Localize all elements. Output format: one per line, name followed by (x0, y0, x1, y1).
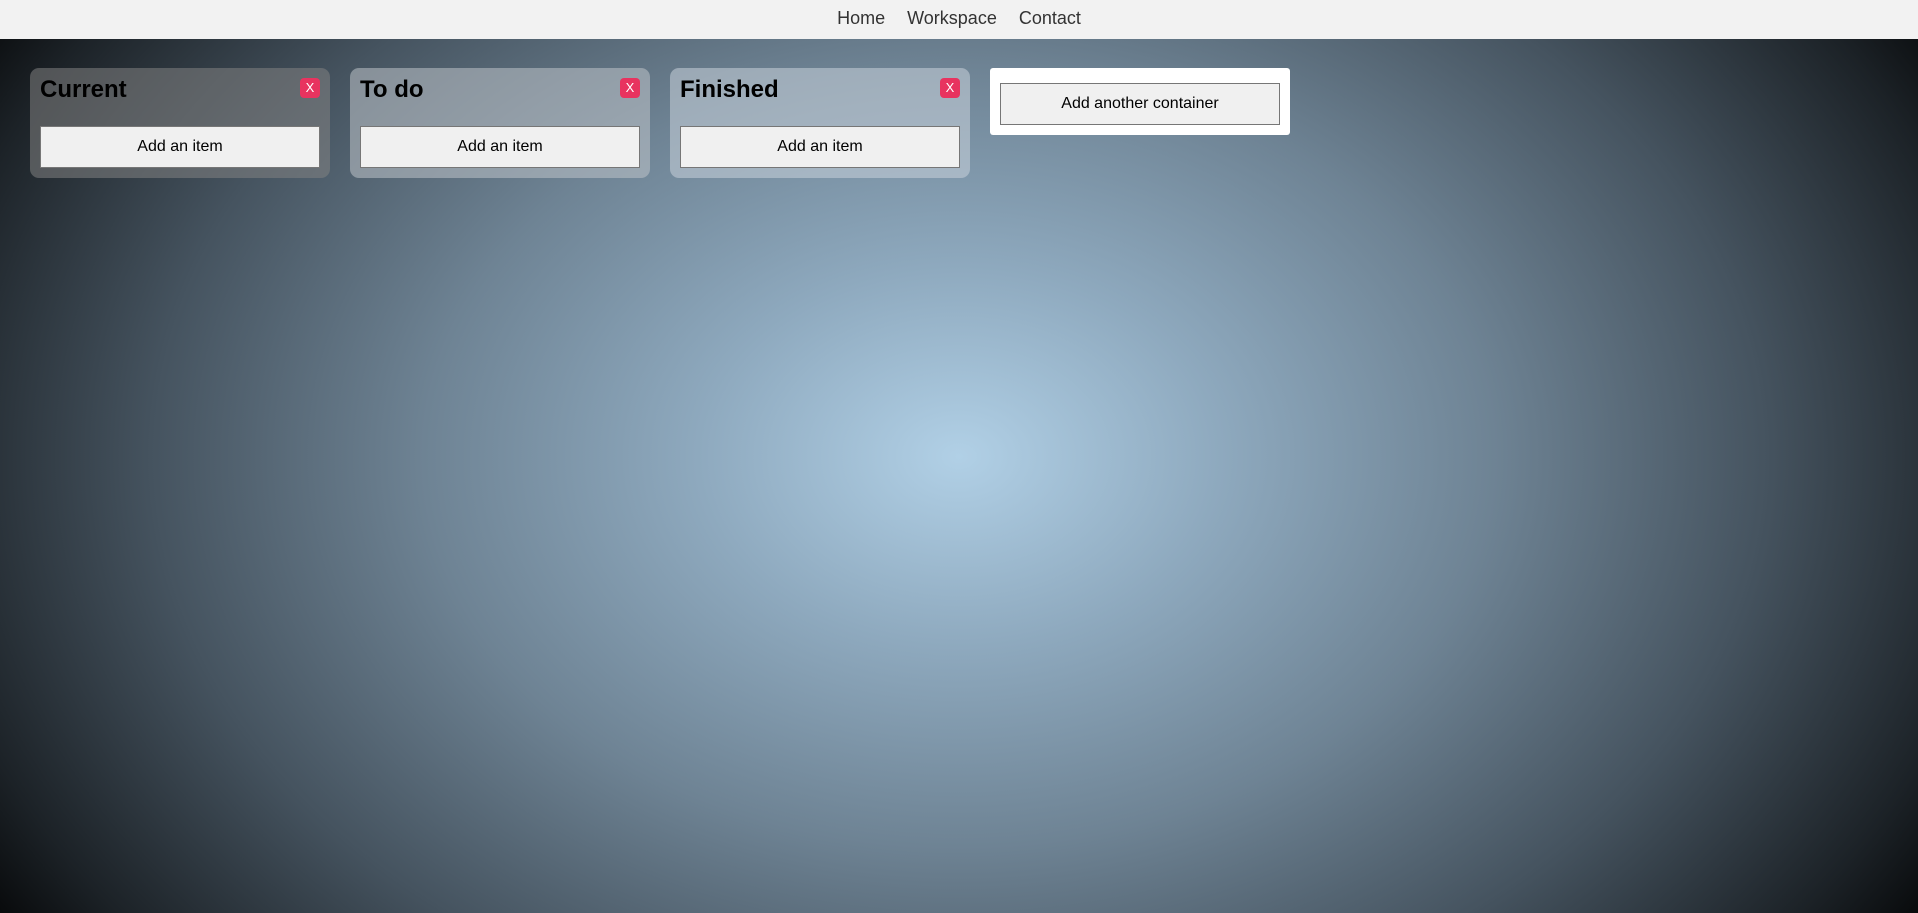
container-title: To do (360, 76, 424, 103)
nav-link-home[interactable]: Home (837, 0, 885, 37)
nav-link-contact[interactable]: Contact (1019, 0, 1081, 37)
delete-container-button[interactable]: X (940, 78, 960, 98)
add-item-button[interactable]: Add an item (40, 126, 320, 168)
container-finished: Finished X Add an item (670, 68, 970, 178)
top-navbar: Home Workspace Contact (0, 0, 1918, 39)
add-container-button[interactable]: Add another container (1000, 83, 1280, 125)
container-to-do: To do X Add an item (350, 68, 650, 178)
delete-container-button[interactable]: X (620, 78, 640, 98)
add-container-panel: Add another container (990, 68, 1290, 135)
container-title: Current (40, 76, 127, 103)
add-item-button[interactable]: Add an item (680, 126, 960, 168)
container-current: Current X Add an item (30, 68, 330, 178)
add-item-button[interactable]: Add an item (360, 126, 640, 168)
board: Current X Add an item To do X Add an ite… (30, 68, 1290, 178)
container-title: Finished (680, 76, 779, 103)
nav-link-workspace[interactable]: Workspace (907, 0, 997, 37)
delete-container-button[interactable]: X (300, 78, 320, 98)
